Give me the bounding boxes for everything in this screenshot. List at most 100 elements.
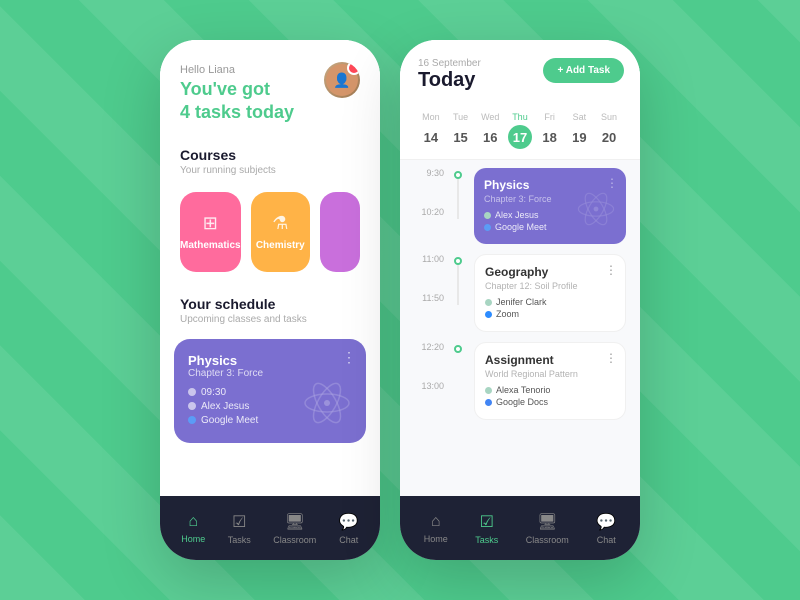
person-dot-geography — [485, 299, 492, 306]
left-bottom-nav: ⌂ Home ☑ Tasks 🖥 Classroom 💬 Chat — [160, 496, 380, 560]
cal-day-thu[interactable]: Thu 17 — [508, 112, 532, 149]
event-more-assignment[interactable]: ⋮ — [605, 351, 617, 365]
time-block-geography: 11:00 11:50 ⋮ Geography Chapter 12: Soil… — [400, 254, 640, 332]
classroom-icon-left: 🖥 — [285, 512, 305, 532]
schedule-scroll: 9:30 10:20 ⋮ Physics Chapter 3: Force Al — [400, 160, 640, 496]
timeline-line-assignment — [457, 353, 459, 393]
event-more-geography[interactable]: ⋮ — [605, 263, 617, 277]
event-card-geography[interactable]: ⋮ Geography Chapter 12: Soil Profile Jen… — [474, 254, 626, 332]
schedule-physics-teacher: Alex Jesus — [201, 401, 249, 412]
cal-day-sun[interactable]: Sun 20 — [597, 112, 621, 149]
cal-wed-name: Wed — [481, 112, 499, 122]
clock-icon — [188, 388, 196, 396]
nav-tasks-left[interactable]: ☑ Tasks — [228, 512, 251, 545]
platform-icon — [188, 416, 196, 424]
timeline-physics — [450, 168, 466, 219]
chat-icon-left: 💬 — [339, 512, 359, 532]
left-phone-content: Hello Liana You've got 4 tasks today 👤 C… — [160, 40, 380, 496]
time-labels-geography: 11:00 11:50 — [414, 254, 450, 304]
timeline-assignment — [450, 342, 466, 393]
home-icon-right: ⌂ — [431, 513, 441, 531]
person-icon — [188, 402, 196, 410]
event-card-assignment[interactable]: ⋮ Assignment World Regional Pattern Alex… — [474, 342, 626, 420]
course-card-math[interactable]: ⊞ Mathematics — [180, 192, 241, 272]
time-start-physics: 9:30 — [426, 168, 444, 179]
nav-home-right[interactable]: ⌂ Home — [424, 513, 448, 544]
zoom-dot-geography — [485, 311, 492, 318]
timeline-dot-geography — [454, 257, 462, 265]
left-phone: Hello Liana You've got 4 tasks today 👤 C… — [160, 40, 380, 560]
nav-classroom-label-right: Classroom — [526, 535, 569, 545]
event-platform-row-assignment: Google Docs — [485, 397, 615, 407]
cal-day-sat[interactable]: Sat 19 — [567, 112, 591, 149]
right-phone: 16 September Today + Add Task Mon 14 Tue… — [400, 40, 640, 560]
time-start-geography: 11:00 — [422, 254, 444, 265]
event-teacher-assignment: Alexa Tenorio — [496, 385, 550, 395]
cal-day-fri[interactable]: Fri 18 — [538, 112, 562, 149]
time-start-assignment: 12:20 — [421, 342, 444, 353]
person-dot-assignment — [485, 387, 492, 394]
atom-decoration-left — [302, 378, 352, 433]
right-phone-content: 16 September Today + Add Task Mon 14 Tue… — [400, 40, 640, 496]
card-more-icon[interactable]: ⋮ — [342, 349, 356, 366]
add-task-button[interactable]: + Add Task — [543, 58, 624, 83]
docs-dot-assignment — [485, 399, 492, 406]
time-end-physics: 10:20 — [421, 207, 444, 218]
schedule-subtitle: Upcoming classes and tasks — [160, 314, 380, 335]
event-chapter-geography: Chapter 12: Soil Profile — [485, 281, 615, 291]
nav-tasks-right[interactable]: ☑ Tasks — [475, 512, 498, 545]
cal-day-tue[interactable]: Tue 15 — [449, 112, 473, 149]
nav-classroom-left[interactable]: 🖥 Classroom — [273, 512, 316, 545]
cal-thu-name: Thu — [512, 112, 528, 122]
cal-tue-name: Tue — [453, 112, 468, 122]
event-chapter-assignment: World Regional Pattern — [485, 369, 615, 379]
cal-sun-name: Sun — [601, 112, 617, 122]
event-teacher-geography: Jenifer Clark — [496, 297, 547, 307]
event-teacher-row-assignment: Alexa Tenorio — [485, 385, 615, 395]
timeline-line-physics — [457, 179, 459, 219]
cal-sat-name: Sat — [573, 112, 587, 122]
cal-tue-num: 15 — [449, 125, 473, 149]
cal-sat-num: 19 — [567, 125, 591, 149]
nav-chat-label-right: Chat — [597, 535, 616, 545]
tasks-icon-right: ☑ — [480, 512, 494, 532]
nav-tasks-label-left: Tasks — [228, 535, 251, 545]
nav-home-label-left: Home — [181, 534, 205, 544]
event-platform-assignment: Google Docs — [496, 397, 548, 407]
courses-title: Courses — [160, 137, 380, 165]
time-block-physics: 9:30 10:20 ⋮ Physics Chapter 3: Force Al — [400, 168, 640, 244]
home-icon-left: ⌂ — [188, 513, 198, 531]
nav-chat-label-left: Chat — [339, 535, 358, 545]
schedule-physics-platform: Google Meet — [201, 415, 258, 426]
cal-sun-num: 20 — [597, 125, 621, 149]
schedule-title: Your schedule — [160, 286, 380, 314]
time-end-geography: 11:50 — [422, 293, 444, 304]
nav-chat-left[interactable]: 💬 Chat — [339, 512, 359, 545]
schedule-physics-card[interactable]: ⋮ Physics Chapter 3: Force 09:30 Alex Je… — [174, 339, 366, 443]
course-card-chem[interactable]: ⚗ Chemistry — [251, 192, 310, 272]
event-card-physics[interactable]: ⋮ Physics Chapter 3: Force Alex Jesus Go… — [474, 168, 626, 244]
cal-mon-num: 14 — [419, 125, 443, 149]
math-label: Mathematics — [180, 240, 241, 251]
right-header: 16 September Today + Add Task — [400, 40, 640, 102]
nav-home-left[interactable]: ⌂ Home — [181, 513, 205, 544]
nav-classroom-right[interactable]: 🖥 Classroom — [526, 512, 569, 545]
math-icon: ⊞ — [203, 213, 218, 234]
nav-chat-right[interactable]: 💬 Chat — [596, 512, 616, 545]
tasks-icon-left: ☑ — [232, 512, 246, 532]
time-labels-physics: 9:30 10:20 — [414, 168, 450, 218]
atom-decoration-right — [576, 189, 616, 236]
courses-row: ⊞ Mathematics ⚗ Chemistry — [160, 186, 380, 286]
cal-day-mon[interactable]: Mon 14 — [419, 112, 443, 149]
event-title-geography: Geography — [485, 265, 615, 279]
event-teacher-physics: Alex Jesus — [495, 210, 539, 220]
cal-day-wed[interactable]: Wed 16 — [478, 112, 502, 149]
timeline-geography — [450, 254, 466, 305]
schedule-physics-time: 09:30 — [201, 387, 226, 398]
event-platform-row-geography: Zoom — [485, 309, 615, 319]
event-title-assignment: Assignment — [485, 353, 615, 367]
right-bottom-nav: ⌂ Home ☑ Tasks 🖥 Classroom 💬 Chat — [400, 496, 640, 560]
course-card-extra[interactable] — [320, 192, 360, 272]
nav-tasks-label-right: Tasks — [475, 535, 498, 545]
event-more-physics[interactable]: ⋮ — [606, 176, 618, 190]
